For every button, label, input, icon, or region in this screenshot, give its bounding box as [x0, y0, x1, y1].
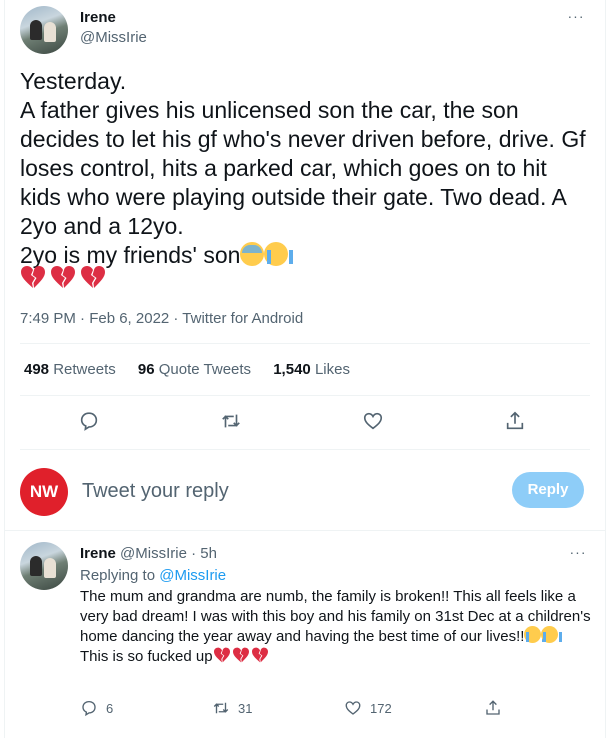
author-handle[interactable]: @MissIrie — [80, 28, 147, 48]
tweet-actions — [20, 405, 590, 439]
loudly-crying-face-icon — [264, 242, 294, 266]
author-handle[interactable]: @MissIrie — [120, 545, 187, 562]
share-icon[interactable] — [484, 699, 502, 717]
broken-heart-icon — [80, 265, 106, 289]
broken-hearts-row — [20, 265, 110, 291]
downcast-face-with-sweat-icon — [240, 242, 265, 266]
divider — [20, 343, 590, 344]
retweet-icon[interactable] — [212, 699, 230, 717]
reply-share-action[interactable] — [484, 698, 502, 722]
replying-to-link[interactable]: @MissIrie — [159, 567, 226, 584]
reply-input[interactable]: Tweet your reply — [82, 478, 229, 504]
quote-tweets-stat[interactable]: 96 Quote Tweets — [138, 361, 251, 378]
reply-composer: NW Tweet your reply Reply — [20, 468, 590, 516]
likes-count: 1,540 — [273, 361, 311, 378]
reply-button[interactable]: Reply — [512, 472, 584, 508]
more-options-icon[interactable]: ··· — [566, 542, 590, 566]
reply-icon[interactable] — [78, 410, 102, 434]
replying-to-label: Replying to — [80, 567, 156, 584]
reply-time[interactable]: · 5h — [191, 545, 217, 562]
retweet-count: 31 — [238, 701, 253, 716]
author-name[interactable]: Irene — [80, 545, 116, 562]
likes-label: Likes — [314, 361, 350, 378]
loudly-crying-face-icon — [524, 626, 546, 643]
more-options-icon[interactable]: ··· — [564, 6, 588, 30]
retweets-stat[interactable]: 498 Retweets — [24, 361, 116, 378]
reply-like-action[interactable]: 172 — [344, 698, 392, 722]
reply-actions: 6 31 172 — [80, 698, 594, 722]
reply-text-line2: This is so fucked up — [80, 647, 213, 665]
retweets-label: Retweets — [53, 361, 116, 378]
reply-header: Irene @MissIrie · 5h — [80, 544, 217, 564]
replying-to: Replying to @MissIrie — [80, 566, 226, 586]
broken-heart-icon — [251, 647, 269, 663]
tweet-body: Yesterday. A father gives his unlicensed… — [20, 67, 594, 270]
broken-heart-icon — [232, 647, 250, 663]
retweets-count: 498 — [24, 361, 50, 378]
tweet-text: Yesterday. A father gives his unlicensed… — [20, 68, 586, 268]
reply-body: The mum and grandma are numb, the family… — [80, 587, 594, 666]
main-tweet-header: Irene @MissIrie ··· — [20, 6, 590, 56]
reply-retweet-action[interactable]: 31 — [212, 698, 252, 722]
like-icon[interactable] — [362, 410, 386, 434]
reply-text: The mum and grandma are numb, the family… — [80, 588, 591, 645]
likes-stat[interactable]: 1,540 Likes — [273, 361, 350, 378]
broken-heart-icon — [213, 647, 231, 663]
quote-tweets-count: 96 — [137, 361, 155, 378]
quote-tweets-label: Quote Tweets — [158, 361, 252, 378]
broken-heart-icon — [20, 265, 46, 289]
avatar[interactable] — [20, 542, 68, 590]
retweet-icon[interactable] — [220, 410, 244, 434]
author-block[interactable]: Irene @MissIrie — [80, 8, 147, 48]
like-icon[interactable] — [344, 699, 362, 717]
tweet-stats: 498 Retweets 96 Quote Tweets 1,540 Likes — [24, 360, 368, 380]
reply-reply-action[interactable]: 6 — [80, 698, 113, 722]
reply-count: 6 — [106, 701, 114, 716]
like-count: 172 — [370, 701, 392, 716]
tweet-timestamp[interactable]: 7:49 PM · Feb 6, 2022 · Twitter for Andr… — [20, 309, 303, 329]
avatar[interactable]: NW — [20, 468, 68, 516]
share-icon[interactable] — [504, 410, 528, 434]
broken-heart-icon — [50, 265, 76, 289]
divider — [4, 530, 606, 531]
author-name[interactable]: Irene — [80, 8, 147, 28]
reply-icon[interactable] — [80, 699, 98, 717]
loudly-crying-face-icon — [541, 626, 563, 643]
divider — [20, 449, 590, 450]
avatar[interactable] — [20, 6, 68, 54]
divider — [20, 395, 590, 396]
